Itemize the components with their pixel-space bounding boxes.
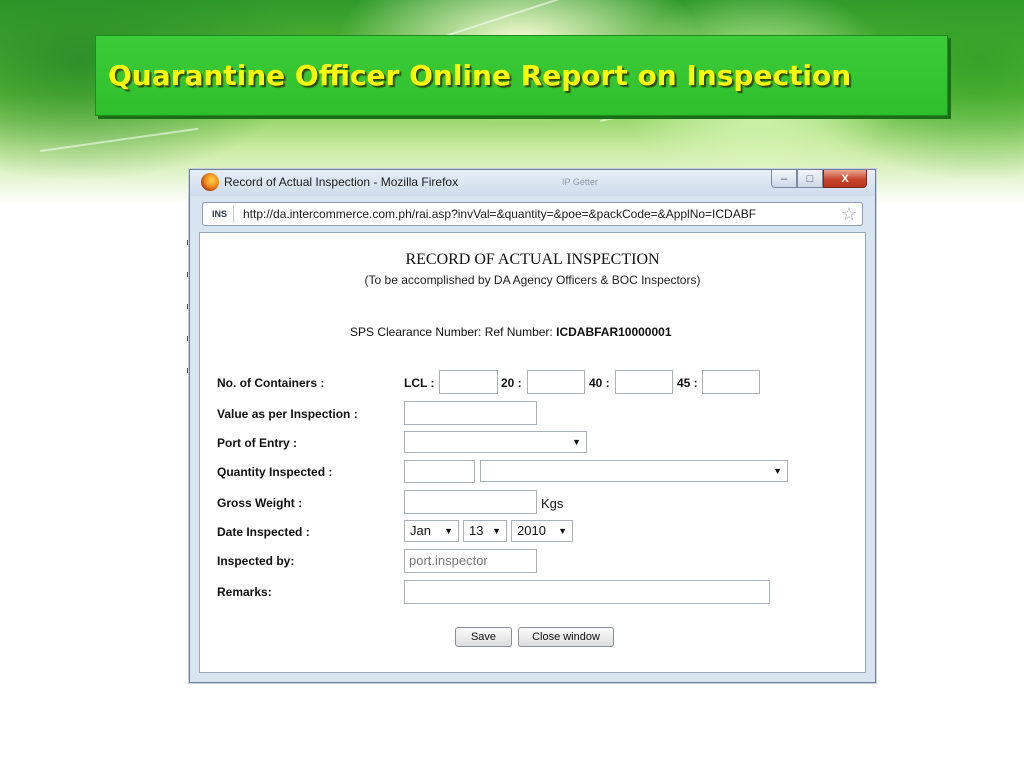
close-window-form-button[interactable]: Close window xyxy=(518,627,614,647)
site-identity-icon[interactable]: INS xyxy=(206,205,234,223)
url-text[interactable]: http://da.intercommerce.com.ph/rai.asp?i… xyxy=(243,207,833,221)
window-ghost-title: IP Getter xyxy=(562,177,598,187)
container-40-label: 40 : xyxy=(589,376,610,390)
port-of-entry-select[interactable]: ▼ xyxy=(404,431,587,453)
lcl-label: LCL : xyxy=(404,376,435,390)
gross-weight-input[interactable] xyxy=(404,490,537,514)
date-label: Date Inspected : xyxy=(217,525,310,539)
chevron-down-icon: ▼ xyxy=(444,526,453,536)
date-day-value: 13 xyxy=(469,523,484,538)
container-20-label: 20 : xyxy=(501,376,522,390)
form-subheading: (To be accomplished by DA Agency Officer… xyxy=(364,273,701,287)
quantity-unit-select[interactable]: ▼ xyxy=(480,460,788,482)
browser-window: Record of Actual Inspection - Mozilla Fi… xyxy=(189,169,876,683)
date-day-select[interactable]: 13 ▼ xyxy=(463,520,507,542)
date-month-value: Jan xyxy=(410,523,431,538)
minimize-button[interactable]: – xyxy=(771,170,797,188)
remarks-label: Remarks: xyxy=(217,585,272,599)
bookmark-star-icon[interactable]: ☆ xyxy=(841,204,857,224)
window-title: Record of Actual Inspection - Mozilla Fi… xyxy=(224,175,459,189)
slide-title: Quarantine Officer Online Report on Insp… xyxy=(108,59,852,92)
inspector-label: Inspected by: xyxy=(217,554,295,568)
date-month-select[interactable]: Jan ▼ xyxy=(404,520,459,542)
firefox-icon xyxy=(201,173,219,191)
slide-title-box: Quarantine Officer Online Report on Insp… xyxy=(95,35,948,116)
date-year-value: 2010 xyxy=(517,523,546,538)
date-year-select[interactable]: 2010 ▼ xyxy=(511,520,573,542)
ref-number: ICDABFAR10000001 xyxy=(556,325,672,339)
address-bar[interactable]: INS http://da.intercommerce.com.ph/rai.a… xyxy=(202,202,863,226)
window-controls: – □ X xyxy=(771,170,867,188)
weight-label: Gross Weight : xyxy=(217,496,303,510)
container-20-input[interactable] xyxy=(527,370,585,394)
containers-label: No. of Containers : xyxy=(217,376,325,390)
container-45-input[interactable] xyxy=(702,370,760,394)
close-window-button[interactable]: X xyxy=(823,170,867,188)
page-content: RECORD OF ACTUAL INSPECTION (To be accom… xyxy=(199,232,866,673)
chevron-down-icon: ▼ xyxy=(492,526,501,536)
quantity-input[interactable] xyxy=(404,460,475,483)
sps-label: SPS Clearance Number: xyxy=(350,325,482,339)
value-input[interactable] xyxy=(404,401,537,425)
container-40-input[interactable] xyxy=(615,370,673,394)
value-label: Value as per Inspection : xyxy=(217,407,358,421)
quantity-label: Quantity Inspected : xyxy=(217,465,333,479)
weight-unit: Kgs xyxy=(541,496,564,511)
save-button[interactable]: Save xyxy=(455,627,512,647)
ref-label: Ref Number: xyxy=(484,325,553,339)
inspected-by-input[interactable]: port.inspector xyxy=(404,549,537,573)
window-titlebar[interactable]: Record of Actual Inspection - Mozilla Fi… xyxy=(190,170,875,196)
sps-clearance-line: SPS Clearance Number: Ref Number: ICDABF… xyxy=(350,325,672,339)
remarks-input[interactable] xyxy=(404,580,770,604)
chevron-down-icon: ▼ xyxy=(558,526,567,536)
chevron-down-icon: ▼ xyxy=(572,437,581,447)
chevron-down-icon: ▼ xyxy=(773,466,782,476)
maximize-button[interactable]: □ xyxy=(797,170,823,188)
form-heading: RECORD OF ACTUAL INSPECTION xyxy=(405,251,660,268)
lcl-input[interactable] xyxy=(439,370,498,394)
port-label: Port of Entry : xyxy=(217,436,297,450)
container-45-label: 45 : xyxy=(677,376,698,390)
